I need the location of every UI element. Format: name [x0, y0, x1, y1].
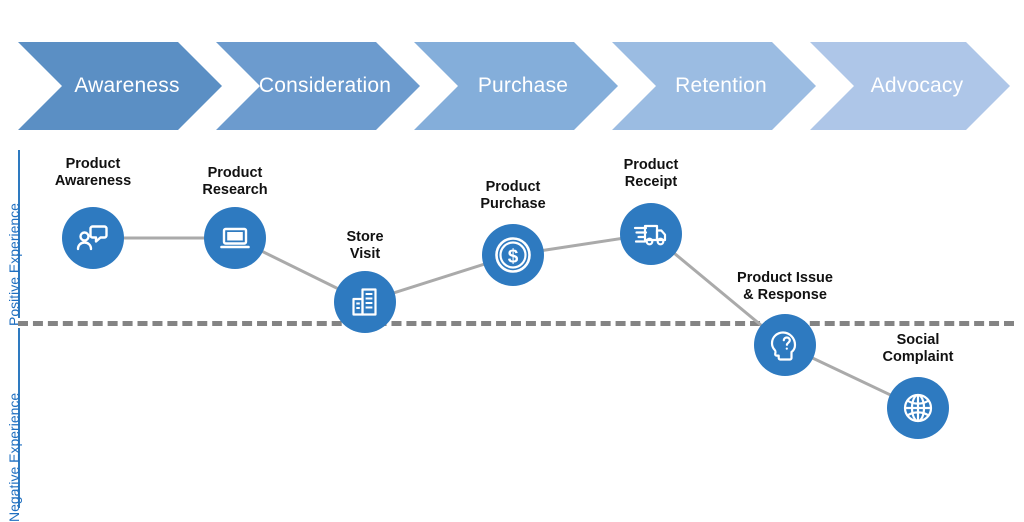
head-question-icon — [770, 331, 797, 361]
svg-text:$: $ — [508, 247, 519, 268]
touchpoint-label-product-research: Product Research — [202, 165, 268, 199]
buildings-icon — [352, 288, 377, 316]
touchpoint-node-product-issue-response[interactable] — [754, 314, 816, 376]
touchpoint-node-product-research[interactable] — [204, 207, 266, 269]
touchpoint-node-social-complaint[interactable] — [887, 377, 949, 439]
touchpoint-node-product-receipt[interactable] — [620, 203, 682, 265]
globe-icon — [903, 393, 933, 423]
touchpoint-label-social-complaint: Social Complaint — [882, 332, 954, 366]
stage-chevron-band: Awareness Consideration Purchase Retenti… — [0, 42, 1024, 130]
stage-label-consideration: Consideration — [258, 74, 392, 97]
laptop-icon — [220, 227, 250, 249]
stage-label-retention: Retention — [675, 74, 767, 97]
stage-label-purchase: Purchase — [477, 74, 569, 97]
touchpoint-node-store-visit[interactable] — [334, 271, 396, 333]
stage-chevron-advocacy[interactable]: Advocacy — [810, 42, 1010, 130]
axis-label-positive-experience: Positive Experience — [6, 203, 22, 326]
touchpoint-label-product-issue-response: Product Issue & Response — [737, 270, 833, 304]
sentiment-divider-line — [18, 321, 1014, 326]
touchpoint-node-product-awareness[interactable] — [62, 207, 124, 269]
touchpoint-label-store-visit: Store Visit — [346, 229, 384, 263]
stage-label-advocacy: Advocacy — [870, 74, 964, 97]
axis-label-negative-experience: Negative Experience — [6, 392, 22, 522]
stage-chevron-consideration[interactable]: Consideration — [216, 42, 420, 130]
delivery-truck-icon — [633, 224, 667, 246]
touchpoint-label-product-receipt: Product Receipt — [623, 157, 679, 191]
person-speech-bubble-icon — [76, 225, 108, 251]
stage-chevron-purchase[interactable]: Purchase — [414, 42, 618, 130]
stage-chevron-retention[interactable]: Retention — [612, 42, 816, 130]
dollar-coin-icon: $ — [495, 237, 531, 273]
stage-label-awareness: Awareness — [74, 74, 180, 97]
touchpoint-node-product-purchase[interactable]: $ — [482, 224, 544, 286]
stage-chevron-awareness[interactable]: Awareness — [18, 42, 222, 130]
journey-map-canvas: Awareness Consideration Purchase Retenti… — [0, 0, 1024, 522]
